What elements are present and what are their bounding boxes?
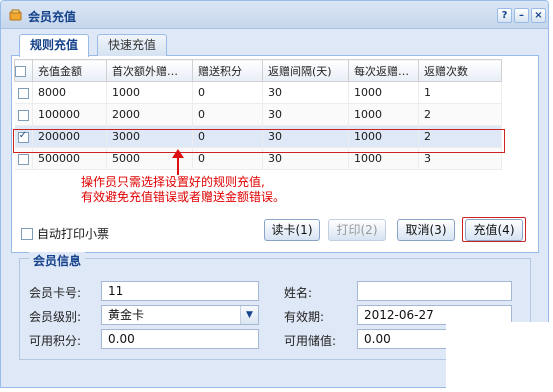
- cell-first-bonus: 1000: [106, 81, 193, 104]
- auto-print-label: 自动打印小票: [37, 227, 110, 241]
- column-header-return-count[interactable]: 返赠次数: [418, 59, 502, 82]
- cell-interval: 30: [262, 125, 349, 148]
- member-level-select[interactable]: 黄金卡 ▼: [101, 305, 259, 325]
- member-level-value: 黄金卡: [108, 308, 145, 322]
- annotation-line-2: 有效避免充值错误或者赠送金额错误。: [81, 190, 286, 204]
- cell-points: 0: [192, 81, 263, 104]
- cell-amount: 200000: [32, 125, 107, 148]
- read-card-button[interactable]: 读卡(1): [264, 219, 320, 241]
- column-header-each-return[interactable]: 每次返赠…: [348, 59, 419, 82]
- row-checkbox[interactable]: [14, 125, 33, 148]
- cell-each-return: 1000: [348, 103, 419, 126]
- cell-points: 0: [192, 147, 263, 170]
- recharge-rules-table: 充值金额 首次额外赠… 赠送积分 返赠间隔(天) 每次返赠… 返赠次数 8000…: [14, 59, 502, 170]
- row-checkbox[interactable]: [14, 103, 33, 126]
- window-title: 会员充值: [28, 10, 77, 24]
- cell-first-bonus: 3000: [106, 125, 193, 148]
- cell-first-bonus: 2000: [106, 103, 193, 126]
- cell-return-count: 1: [418, 81, 502, 104]
- member-level-label: 会员级别:: [29, 310, 82, 324]
- name-label: 姓名:: [284, 286, 313, 300]
- cell-each-return: 1000: [348, 147, 419, 170]
- recharge-button[interactable]: 充值(4): [465, 219, 523, 241]
- cell-each-return: 1000: [348, 81, 419, 104]
- cell-points: 0: [192, 103, 263, 126]
- chevron-down-icon[interactable]: ▼: [240, 306, 258, 324]
- table-header-row: 充值金额 首次额外赠… 赠送积分 返赠间隔(天) 每次返赠… 返赠次数: [14, 59, 502, 82]
- available-points-field[interactable]: 0.00: [101, 329, 259, 349]
- table-row[interactable]: 500000 5000 0 30 1000 3: [14, 147, 502, 170]
- tab-quick-recharge[interactable]: 快速充值: [97, 34, 168, 56]
- expiry-label: 有效期:: [284, 310, 325, 324]
- column-header-interval[interactable]: 返赠间隔(天): [262, 59, 349, 82]
- column-header-amount[interactable]: 充值金额: [32, 59, 107, 82]
- close-button[interactable]: ×: [531, 8, 546, 23]
- cell-return-count: 2: [418, 103, 502, 126]
- available-balance-label: 可用储值:: [284, 334, 337, 348]
- available-points-label: 可用积分:: [29, 334, 82, 348]
- card-number-label: 会员卡号:: [29, 286, 82, 300]
- help-button[interactable]: ?: [497, 8, 512, 23]
- annotation-text: 操作员只需选择设置好的规则充值, 有效避免充值错误或者赠送金额错误。: [81, 175, 285, 205]
- tab-bar: 规则充值 快速充值: [11, 31, 539, 57]
- cell-interval: 30: [262, 147, 349, 170]
- minimize-button[interactable]: –: [514, 8, 529, 23]
- cell-interval: 30: [262, 81, 349, 104]
- cell-interval: 30: [262, 103, 349, 126]
- cell-points: 0: [192, 125, 263, 148]
- column-header-first-bonus[interactable]: 首次额外赠…: [106, 59, 193, 82]
- checkbox-icon: [15, 65, 26, 77]
- table-row[interactable]: 8000 1000 0 30 1000 1: [14, 81, 502, 104]
- table-row[interactable]: 100000 2000 0 30 1000 2: [14, 103, 502, 126]
- card-number-field[interactable]: 11: [101, 281, 259, 301]
- select-all-checkbox[interactable]: [14, 59, 33, 82]
- member-card-icon: [9, 9, 22, 21]
- cell-each-return: 1000: [348, 125, 419, 148]
- auto-print-toggle[interactable]: 自动打印小票: [21, 225, 109, 242]
- checkbox-icon: [17, 109, 29, 121]
- name-field[interactable]: [357, 281, 512, 301]
- auto-print-checkbox[interactable]: [21, 227, 33, 240]
- checkbox-icon: [17, 87, 29, 99]
- member-info-legend: 会员信息: [29, 252, 86, 269]
- table-row-selected[interactable]: 200000 3000 0 30 1000 2: [14, 125, 502, 148]
- row-checkbox[interactable]: [14, 81, 33, 104]
- tab-rule-recharge[interactable]: 规则充值: [19, 34, 90, 57]
- checkbox-checked-icon: [17, 130, 29, 143]
- column-header-points[interactable]: 赠送积分: [192, 59, 263, 82]
- cell-amount: 8000: [32, 81, 107, 104]
- title-bar[interactable]: 会员充值 ? – ×: [1, 1, 548, 29]
- cell-amount: 500000: [32, 147, 107, 170]
- image-white-cutout: [446, 322, 553, 392]
- annotation-line-1: 操作员只需选择设置好的规则充值,: [81, 175, 265, 189]
- cell-return-count: 2: [418, 125, 502, 148]
- annotation-arrow-line: [177, 156, 179, 175]
- cancel-button[interactable]: 取消(3): [397, 219, 455, 241]
- row-checkbox[interactable]: [14, 147, 33, 170]
- print-button[interactable]: 打印(2): [328, 219, 386, 241]
- checkbox-icon: [17, 153, 29, 165]
- cell-return-count: 3: [418, 147, 502, 170]
- cell-amount: 100000: [32, 103, 107, 126]
